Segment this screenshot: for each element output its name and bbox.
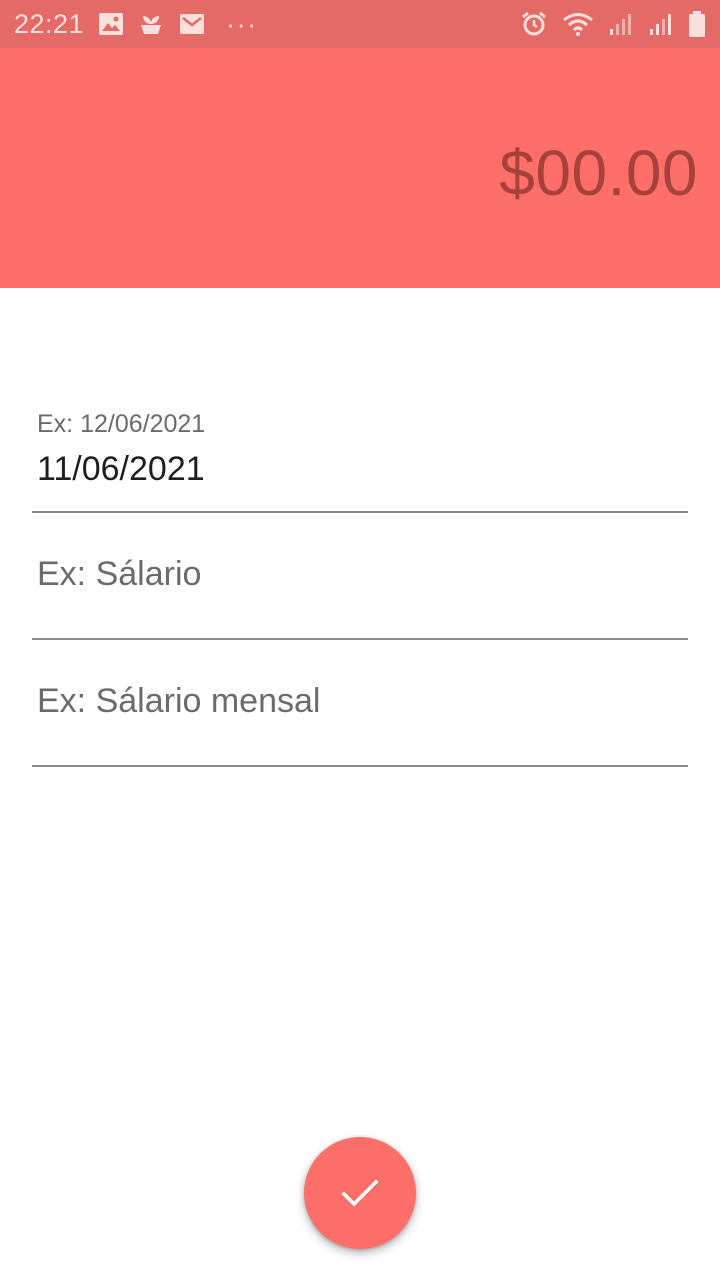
signal-icon bbox=[608, 11, 634, 37]
status-bar-right bbox=[520, 10, 706, 38]
status-bar: 22:21 ··· bbox=[0, 0, 720, 48]
image-icon bbox=[98, 12, 124, 36]
battery-icon bbox=[688, 10, 706, 38]
app-screen: 22:21 ··· $00.00 Ex: 12/06/2021 11/06/20… bbox=[0, 0, 720, 1280]
category-field-placeholder[interactable]: Ex: Sálario bbox=[37, 555, 201, 594]
alarm-icon bbox=[520, 10, 548, 38]
check-icon bbox=[340, 1177, 380, 1209]
status-time: 22:21 bbox=[14, 8, 85, 39]
plant-icon bbox=[138, 12, 164, 36]
date-field-label: Ex: 12/06/2021 bbox=[37, 410, 206, 438]
category-field[interactable]: Ex: Sálario bbox=[32, 540, 688, 640]
wifi-icon bbox=[562, 11, 594, 37]
date-field-value[interactable]: 11/06/2021 bbox=[37, 450, 205, 489]
status-bar-left: 22:21 ··· bbox=[14, 9, 258, 40]
signal-icon bbox=[648, 11, 674, 37]
mail-icon bbox=[178, 12, 206, 36]
header: $00.00 bbox=[0, 48, 720, 288]
more-notifications-indicator: ··· bbox=[226, 9, 259, 39]
date-field[interactable]: Ex: 12/06/2021 11/06/2021 bbox=[32, 400, 688, 513]
confirm-button[interactable] bbox=[304, 1137, 416, 1249]
amount-display: $00.00 bbox=[499, 137, 698, 209]
description-field[interactable]: Ex: Sálario mensal bbox=[32, 667, 688, 767]
description-field-placeholder[interactable]: Ex: Sálario mensal bbox=[37, 682, 320, 721]
